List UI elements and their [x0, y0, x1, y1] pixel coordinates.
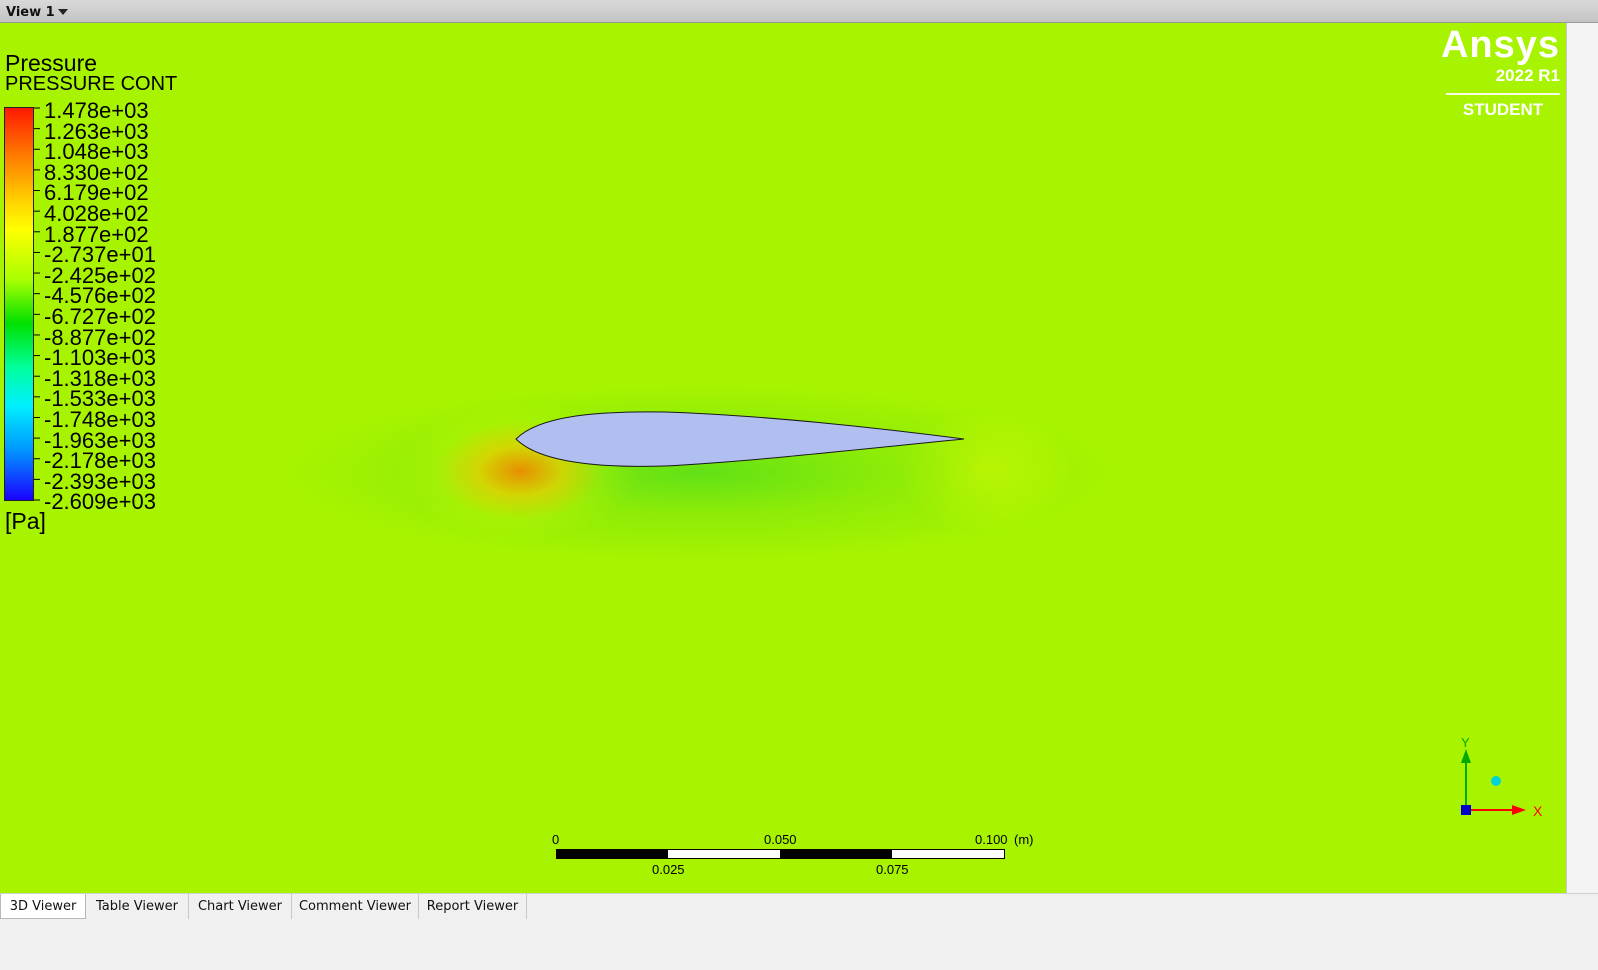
- tab-3d-viewer[interactable]: 3D Viewer: [0, 894, 86, 919]
- legend-value: -2.609e+03: [44, 489, 156, 515]
- tab-report-viewer[interactable]: Report Viewer: [419, 894, 527, 919]
- logo-divider: [1446, 93, 1560, 95]
- tab-table-viewer[interactable]: Table Viewer: [86, 894, 189, 919]
- legend-unit: [Pa]: [5, 508, 46, 534]
- z-axis-end-marker: [1491, 776, 1501, 786]
- airfoil-geometry: [515, 411, 965, 467]
- scale-label-100: 0.100: [975, 832, 1008, 847]
- x-axis-label: X: [1533, 803, 1543, 819]
- y-axis-label: Y: [1461, 735, 1470, 750]
- scale-label-0: 0: [552, 832, 560, 847]
- viewer-tab-bar: 3D Viewer Table Viewer Chart Viewer Comm…: [0, 893, 1598, 919]
- legend-color-bar: [4, 107, 34, 501]
- airfoil-shape[interactable]: [515, 411, 965, 467]
- legend-title: Pressure: [5, 50, 98, 76]
- scale-unit: (m): [1014, 832, 1034, 847]
- 3d-viewport[interactable]: Pressure PRESSURE CONT 1.478e+03 1.263e+0…: [0, 23, 1566, 909]
- axis-triad: Y X: [1461, 735, 1543, 819]
- logo-name: Ansys: [1440, 24, 1560, 66]
- legend-subtitle: PRESSURE CONT: [5, 73, 178, 95]
- scale-segment-dark: [557, 850, 668, 858]
- viewport-right-strip: [1566, 23, 1598, 909]
- logo-edition: STUDENT: [1462, 100, 1544, 119]
- z-axis-marker: [1461, 805, 1471, 815]
- tab-comment-viewer[interactable]: Comment Viewer: [292, 894, 419, 919]
- scale-label-050: 0.050: [764, 832, 797, 847]
- tab-chart-viewer[interactable]: Chart Viewer: [189, 894, 292, 919]
- legend-labels: 1.478e+03 1.263e+03 1.048e+03 8.330e+02 6.17…: [44, 100, 156, 515]
- scale-label-025: 0.025: [652, 862, 685, 877]
- legend-ticks: [34, 107, 40, 501]
- logo-version: 2022 R1: [1495, 66, 1560, 85]
- view-title-bar: View 1: [0, 0, 1598, 23]
- scale-label-075: 0.075: [876, 862, 909, 877]
- ansys-logo: Ansys 2022 R1 STUDENT: [1440, 25, 1560, 120]
- scale-bar-graphic: [556, 849, 1005, 859]
- view-title[interactable]: View 1: [6, 5, 55, 20]
- bottom-panel: [0, 919, 1598, 970]
- scale-bar: 0 0.050 0.100 (m) 0.025 0.075: [548, 828, 1068, 888]
- scale-segment-dark: [780, 850, 892, 858]
- view-dropdown-arrow-icon[interactable]: [58, 9, 68, 15]
